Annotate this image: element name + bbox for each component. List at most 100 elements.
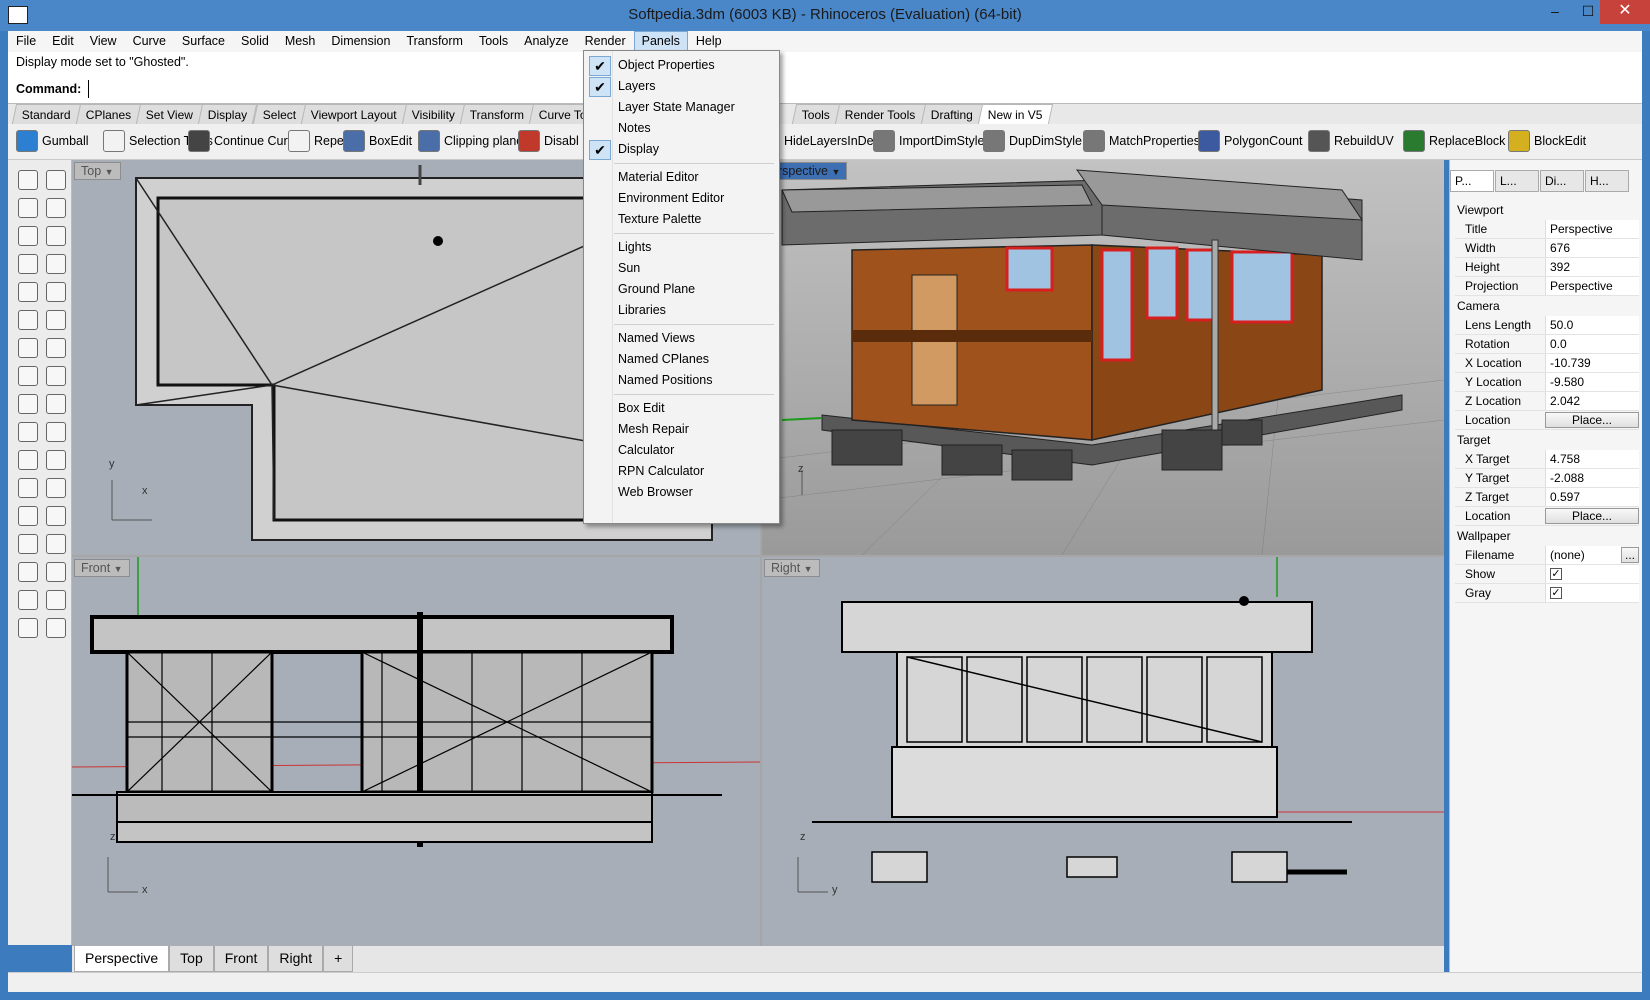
browse-button[interactable]: ... [1621, 547, 1639, 563]
menu-item-material-editor[interactable]: Material Editor [584, 167, 779, 188]
menu-item-rpn-calculator[interactable]: RPN Calculator [584, 461, 779, 482]
lens-length-value[interactable]: 50.0 [1545, 316, 1639, 334]
target-place-button[interactable]: Place... [1545, 508, 1639, 524]
tool-icon[interactable] [18, 562, 38, 582]
toolbar-tab-set-view[interactable]: Set View [135, 104, 204, 124]
gray-checkbox[interactable]: ✓ [1550, 587, 1562, 599]
tool-icon[interactable] [46, 366, 66, 386]
toolbar-tab-viewport-layout[interactable]: Viewport Layout [300, 104, 407, 124]
toolbar-tab-visibility[interactable]: Visibility [401, 104, 466, 124]
menu-item-object-properties[interactable]: ✔ Object Properties [584, 55, 779, 76]
viewport-layout-tab-right[interactable]: Right [268, 946, 324, 972]
viewport-front[interactable]: Front ▼ z x [72, 557, 760, 946]
tool-icon[interactable] [46, 338, 66, 358]
tool-icon[interactable] [18, 394, 38, 414]
menu-item-box-edit[interactable]: Box Edit [584, 398, 779, 419]
toolbar-button-importdimstyle[interactable]: ImportDimStyle [873, 130, 984, 152]
tool-icon[interactable] [18, 590, 38, 610]
tool-icon[interactable] [18, 534, 38, 554]
toolbar-button-replaceblock[interactable]: ReplaceBlock [1403, 130, 1505, 152]
tool-icon[interactable] [46, 534, 66, 554]
toolbar-tab-render-tools[interactable]: Render Tools [835, 104, 926, 124]
menu-item-texture-palette[interactable]: Texture Palette [584, 209, 779, 230]
menu-item-web-browser[interactable]: Web Browser [584, 482, 779, 503]
tool-icon[interactable] [46, 478, 66, 498]
menu-edit[interactable]: Edit [44, 31, 82, 52]
menu-mesh[interactable]: Mesh [277, 31, 324, 52]
y-location-value[interactable]: -9.580 [1545, 373, 1639, 391]
menu-solid[interactable]: Solid [233, 31, 277, 52]
menu-panels[interactable]: Panels [633, 31, 688, 52]
tool-icon[interactable] [46, 506, 66, 526]
menu-curve[interactable]: Curve [125, 31, 174, 52]
width-value[interactable]: 676 [1545, 239, 1639, 257]
tool-icon[interactable] [18, 310, 38, 330]
y-target-value[interactable]: -2.088 [1545, 469, 1639, 487]
toolbar-button-polygoncount[interactable]: PolygonCount [1198, 130, 1303, 152]
tool-icon[interactable] [18, 422, 38, 442]
menu-surface[interactable]: Surface [174, 31, 233, 52]
panel-tab[interactable]: H... [1585, 170, 1629, 192]
menu-item-mesh-repair[interactable]: Mesh Repair [584, 419, 779, 440]
camera-place-button[interactable]: Place... [1545, 412, 1639, 428]
menu-item-notes[interactable]: Notes [584, 118, 779, 139]
toolbar-button-clipping-plane[interactable]: Clipping plane [418, 130, 523, 152]
tool-icon[interactable] [18, 618, 38, 638]
toolbar-tab-drafting[interactable]: Drafting [920, 104, 983, 124]
menu-help[interactable]: Help [688, 31, 730, 52]
viewport-layout-tab-perspective[interactable]: Perspective [74, 946, 170, 972]
projection-select[interactable]: Perspective [1545, 277, 1639, 295]
viewport-layout-tab-front[interactable]: Front [213, 946, 269, 972]
x-target-value[interactable]: 4.758 [1545, 450, 1639, 468]
toolbar-tab-standard[interactable]: Standard [11, 104, 81, 124]
tool-icon[interactable] [46, 198, 66, 218]
tool-icon[interactable] [46, 310, 66, 330]
tool-icon[interactable] [18, 366, 38, 386]
show-checkbox[interactable]: ✓ [1550, 568, 1562, 580]
menu-item-layers[interactable]: ✔ Layers [584, 76, 779, 97]
panel-tab[interactable]: L... [1495, 170, 1539, 192]
menu-item-environment-editor[interactable]: Environment Editor [584, 188, 779, 209]
tool-icon[interactable] [18, 254, 38, 274]
toolbar-tab-transform[interactable]: Transform [459, 104, 535, 124]
title-value[interactable]: Perspective [1545, 220, 1639, 238]
menu-item-named-views[interactable]: Named Views [584, 328, 779, 349]
tool-icon[interactable] [18, 198, 38, 218]
tool-icon[interactable] [46, 170, 66, 190]
maximize-button[interactable]: ☐ [1573, 0, 1603, 24]
panel-tab[interactable]: Di... [1540, 170, 1584, 192]
menu-item-layer-state-manager[interactable]: Layer State Manager [584, 97, 779, 118]
tool-icon[interactable] [46, 618, 66, 638]
tool-icon[interactable] [18, 478, 38, 498]
tool-icon[interactable] [46, 450, 66, 470]
tool-icon[interactable] [46, 254, 66, 274]
menu-item-named-positions[interactable]: Named Positions [584, 370, 779, 391]
menu-item-display[interactable]: ✔ Display [584, 139, 779, 160]
menu-render[interactable]: Render [577, 31, 634, 52]
menu-view[interactable]: View [82, 31, 125, 52]
tool-icon[interactable] [46, 590, 66, 610]
tool-icon[interactable] [18, 170, 38, 190]
toolbar-button-blockedit[interactable]: BlockEdit [1508, 130, 1586, 152]
toolbar-button-gumball[interactable]: Gumball [16, 130, 89, 152]
tool-icon[interactable] [18, 506, 38, 526]
toolbar-tab-new-in-v5[interactable]: New in V5 [977, 104, 1053, 124]
toolbar-button-continue-curve[interactable]: Continue Curve [188, 130, 301, 152]
tool-icon[interactable] [18, 338, 38, 358]
height-value[interactable]: 392 [1545, 258, 1639, 276]
tool-icon[interactable] [18, 226, 38, 246]
viewport-right[interactable]: Right ▼ z y [762, 557, 1444, 946]
tool-icon[interactable] [46, 226, 66, 246]
toolbar-button-dupdimstyle[interactable]: DupDimStyle [983, 130, 1082, 152]
menu-item-named-cplanes[interactable]: Named CPlanes [584, 349, 779, 370]
z-location-value[interactable]: 2.042 [1545, 392, 1639, 410]
viewport-perspective[interactable]: erspective ▼ z [762, 160, 1444, 555]
toolbar-button-boxedit[interactable]: BoxEdit [343, 130, 412, 152]
menu-item-sun[interactable]: Sun [584, 258, 779, 279]
filename-value[interactable]: (none) [1545, 546, 1621, 564]
x-location-value[interactable]: -10.739 [1545, 354, 1639, 372]
menu-transform[interactable]: Transform [398, 31, 471, 52]
menu-item-calculator[interactable]: Calculator [584, 440, 779, 461]
toolbar-tab-tools[interactable]: Tools [792, 104, 841, 124]
viewport-tab-right[interactable]: Right ▼ [764, 559, 820, 577]
